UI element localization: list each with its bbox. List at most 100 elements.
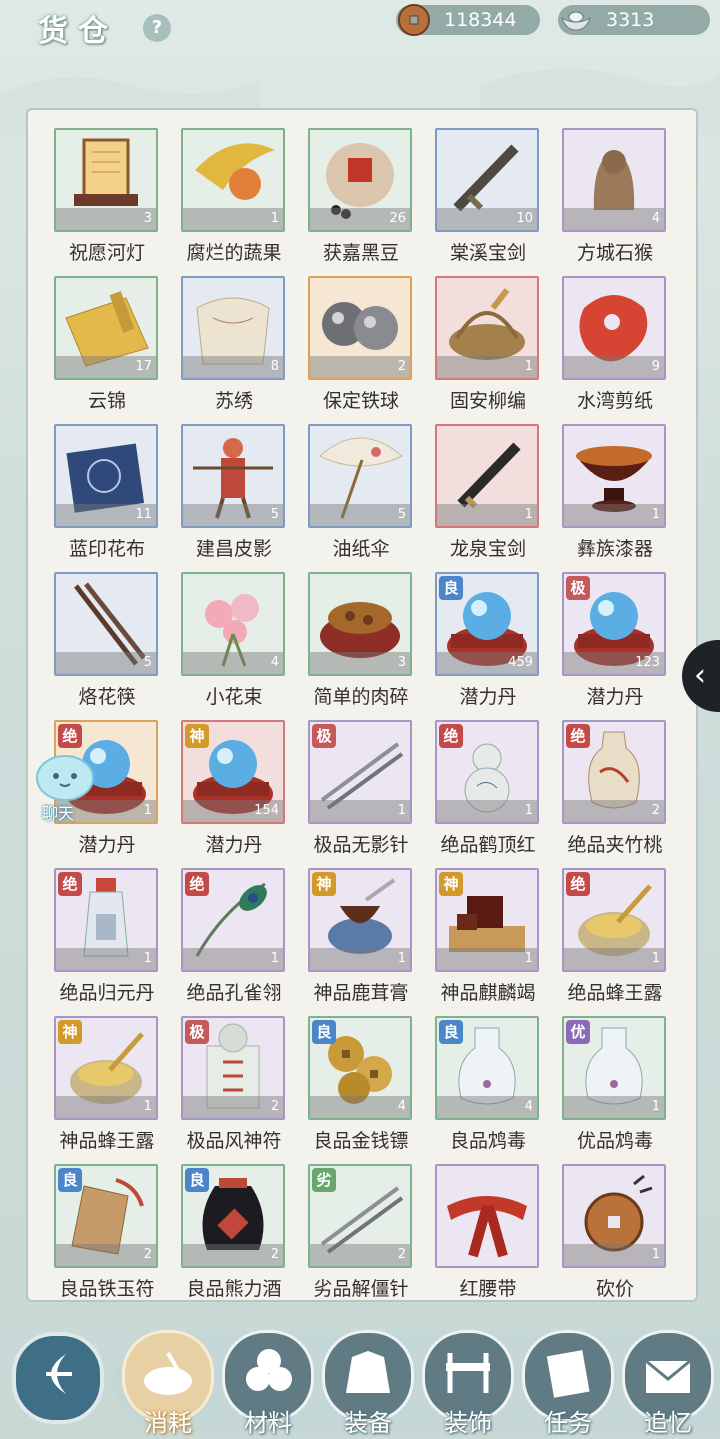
grade-badge: 良 — [439, 1020, 463, 1044]
count-bar: 1 — [564, 1096, 664, 1118]
item-count: 4 — [270, 655, 279, 670]
item-slot[interactable]: 劣2 — [308, 1164, 412, 1268]
tab-letter[interactable]: 追忆 — [622, 1330, 714, 1437]
grade-badge: 神 — [58, 1020, 82, 1044]
robe-icon — [346, 1351, 390, 1393]
grade-badge: 绝 — [439, 724, 463, 748]
tab-bowl[interactable]: 消耗 — [122, 1330, 214, 1437]
item-slot[interactable]: 3 — [308, 572, 412, 676]
count-bar: 2 — [310, 1244, 410, 1266]
help-button[interactable]: ? — [143, 14, 171, 42]
bowl-icon — [144, 1351, 192, 1395]
count-bar: 8 — [183, 356, 283, 378]
back-button[interactable] — [12, 1332, 104, 1424]
item-count: 4 — [524, 1099, 533, 1114]
item-name: 良品金钱镖 — [313, 1130, 409, 1152]
item-slot[interactable]: 17 — [54, 276, 158, 380]
item-slot[interactable]: 优1 — [562, 1016, 666, 1120]
item-slot[interactable]: 良4 — [308, 1016, 412, 1120]
count-bar: 5 — [56, 652, 156, 674]
item-name: 建昌皮影 — [195, 538, 272, 560]
item-slot[interactable]: 绝1 — [435, 720, 539, 824]
count-bar: 1 — [437, 356, 537, 378]
item-slot[interactable]: 良2 — [54, 1164, 158, 1268]
item-name: 蓝印花布 — [68, 538, 145, 560]
count-bar: 2 — [564, 800, 664, 822]
item-slot[interactable]: 极2 — [181, 1016, 285, 1120]
item-slot[interactable]: 2 — [308, 276, 412, 380]
tab-label: 装饰 — [444, 1409, 492, 1437]
item-name: 保定铁球 — [322, 390, 399, 412]
item-slot[interactable]: 1 — [181, 128, 285, 232]
item-count: 123 — [635, 655, 660, 670]
inventory-panel[interactable]: 3 祝愿河灯 1 腐烂的蔬果 26 获嘉黑豆 10 棠溪宝剑 4 方城石猴 17 云锦 8 苏绣 2 保定铁球… — [26, 108, 698, 1302]
item-slot[interactable]: 神1 — [435, 868, 539, 972]
item-slot[interactable]: 3 — [54, 128, 158, 232]
item-slot[interactable]: 绝1 — [54, 868, 158, 972]
item-slot[interactable]: 5 — [54, 572, 158, 676]
back-arrow-icon — [46, 1354, 72, 1394]
item-count: 5 — [270, 507, 279, 522]
item-slot[interactable]: 极1 — [308, 720, 412, 824]
count-bar: 1 — [56, 948, 156, 970]
silver-ingot-icon — [561, 11, 591, 31]
count-bar: 1 — [437, 948, 537, 970]
item-count: 459 — [508, 655, 533, 670]
tab-label: 装备 — [344, 1409, 392, 1437]
item-count: 2 — [397, 359, 406, 374]
item-count: 1 — [651, 1247, 660, 1262]
item-count: 4 — [651, 211, 660, 226]
item-slot[interactable]: 1 — [562, 424, 666, 528]
item-slot[interactable]: 1 — [435, 276, 539, 380]
item-count: 1 — [143, 1099, 152, 1114]
tab-label: 材料 — [244, 1409, 292, 1437]
item-name: 绝品归元丹 — [59, 982, 155, 1004]
item-slot[interactable]: 1 — [562, 1164, 666, 1268]
item-slot[interactable]: 极 123 — [562, 572, 666, 676]
item-count: 9 — [651, 359, 660, 374]
tab-logs[interactable]: 材料 — [222, 1330, 314, 1437]
item-slot[interactable]: 8 — [181, 276, 285, 380]
item-slot[interactable]: 良2 — [181, 1164, 285, 1268]
item-slot[interactable]: 5 — [308, 424, 412, 528]
item-slot[interactable]: 4 — [181, 572, 285, 676]
item-slot[interactable]: 9 — [562, 276, 666, 380]
item-name: 龙泉宝剑 — [449, 538, 526, 560]
grade-badge: 优 — [566, 1020, 590, 1044]
tab-label: 消耗 — [144, 1409, 192, 1437]
item-slot[interactable]: 神1 — [54, 1016, 158, 1120]
grade-badge: 极 — [312, 724, 336, 748]
item-slot[interactable]: 绝1 — [562, 868, 666, 972]
item-count: 2 — [270, 1099, 279, 1114]
grade-badge: 绝 — [58, 724, 82, 748]
item-slot[interactable]: 良4 — [435, 1016, 539, 1120]
item-name: 劣品解僵针 — [313, 1278, 409, 1300]
count-bar: 10 — [437, 208, 537, 230]
grade-badge: 良 — [58, 1168, 82, 1192]
item-slot[interactable]: 10 — [435, 128, 539, 232]
grade-badge: 绝 — [58, 872, 82, 896]
chat-label: 聊天 — [42, 804, 75, 823]
item-slot[interactable]: 神1 — [308, 868, 412, 972]
item-slot[interactable] — [435, 1164, 539, 1268]
item-name: 烙花筷 — [78, 686, 136, 708]
item-name: 绝品蜂王露 — [567, 982, 663, 1004]
item-slot[interactable]: 绝2 — [562, 720, 666, 824]
item-slot[interactable]: 4 — [562, 128, 666, 232]
chat-button[interactable]: 聊天 — [30, 752, 100, 823]
item-slot[interactable]: 5 — [181, 424, 285, 528]
item-name: 棠溪宝剑 — [449, 242, 526, 264]
tab-robe[interactable]: 装备 — [322, 1330, 414, 1437]
item-name: 极品风神符 — [186, 1130, 282, 1152]
item-slot[interactable]: 11 — [54, 424, 158, 528]
tab-book[interactable]: 任务 — [522, 1330, 614, 1437]
tab-bench[interactable]: 装饰 — [422, 1330, 514, 1437]
item-slot[interactable]: 1 — [435, 424, 539, 528]
count-bar: 1 — [183, 948, 283, 970]
item-slot[interactable]: 26 — [308, 128, 412, 232]
item-count: 1 — [524, 803, 533, 818]
item-slot[interactable]: 神 154 — [181, 720, 285, 824]
item-name: 极品无影针 — [313, 834, 409, 856]
item-slot[interactable]: 绝1 — [181, 868, 285, 972]
item-slot[interactable]: 良 459 — [435, 572, 539, 676]
